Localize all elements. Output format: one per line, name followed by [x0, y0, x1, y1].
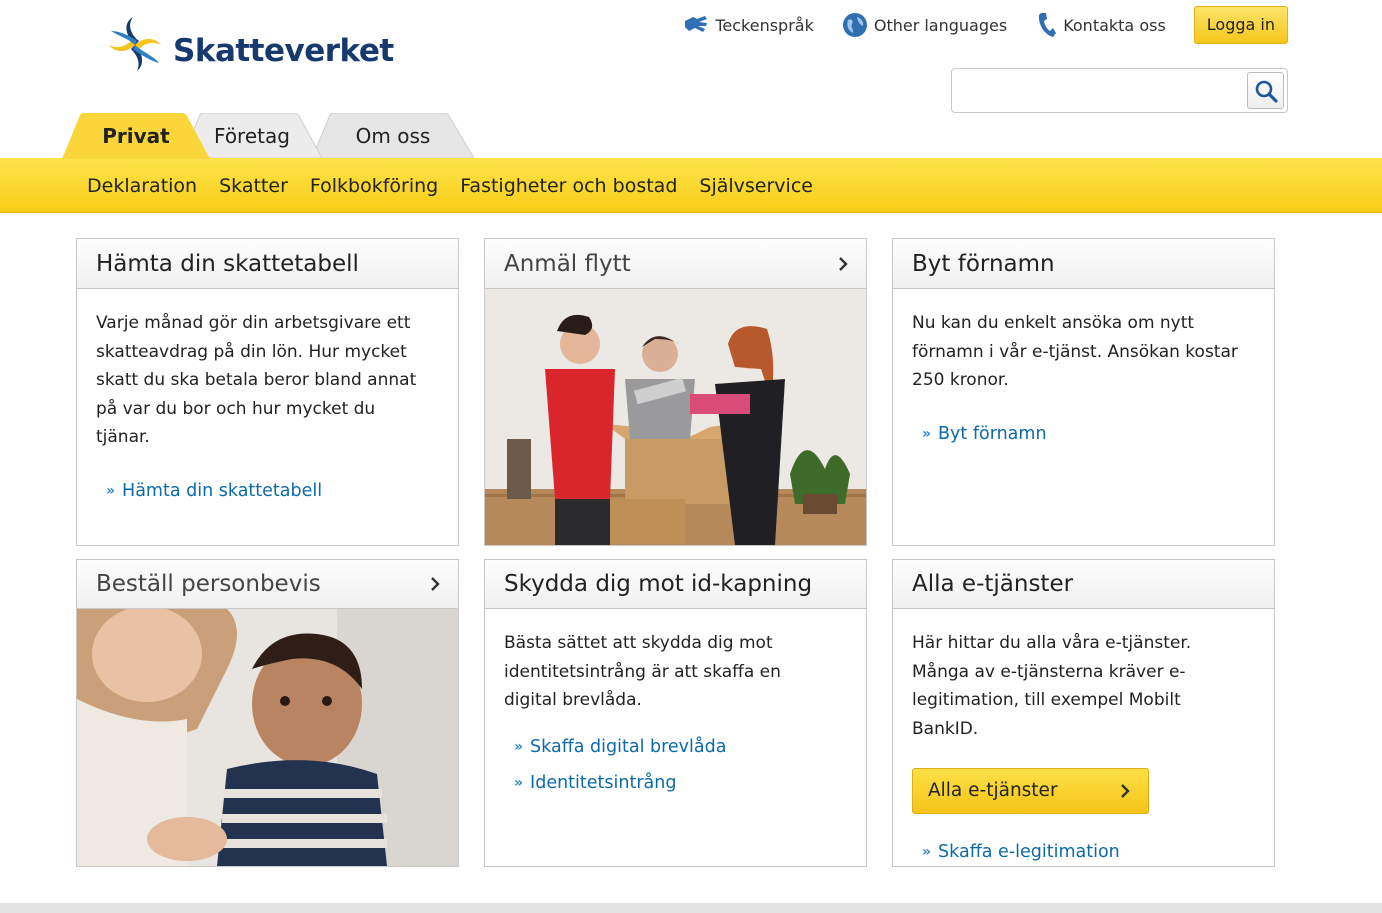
card-anmal-flytt-title[interactable]: Anmäl flytt: [485, 239, 866, 289]
link-identitetsintrang[interactable]: » Identitetsintrång: [514, 769, 847, 798]
tab-om-oss[interactable]: Om oss: [312, 113, 474, 158]
card-bestall-personbevis[interactable]: Beställ personbevis: [76, 559, 459, 867]
subnav-fastigheter[interactable]: Fastigheter och bostad: [460, 175, 677, 197]
subnav-folkbokforing[interactable]: Folkbokföring: [310, 175, 438, 197]
skatteverket-logo[interactable]: Skatteverket: [105, 15, 394, 73]
search-input[interactable]: [952, 69, 1242, 112]
chevron-double-right-icon: »: [922, 844, 932, 860]
card-bestall-personbevis-title[interactable]: Beställ personbevis: [77, 560, 458, 609]
card-anmal-flytt[interactable]: Anmäl flytt: [484, 238, 867, 546]
card-skattetabell-text: Varje månad gör din arbetsgivare ett ska…: [96, 313, 417, 447]
link-skaffa-digital-brevlada[interactable]: » Skaffa digital brevlåda: [514, 733, 847, 762]
chevron-right-icon: [839, 256, 848, 271]
tab-privat-label: Privat: [102, 123, 170, 148]
globe-icon: [842, 12, 868, 38]
link-hamta-skattetabell[interactable]: » Hämta din skattetabell: [106, 477, 439, 506]
tab-foretag-label: Företag: [214, 123, 290, 148]
other-languages-link[interactable]: Other languages: [842, 10, 1007, 40]
logo-mark-icon: [109, 17, 161, 71]
chevron-double-right-icon: »: [922, 425, 932, 442]
subnav-deklaration[interactable]: Deklaration: [87, 175, 197, 197]
card-alla-etjanster-text: Här hittar du alla våra e-tjänster. Mång…: [912, 633, 1192, 739]
login-button[interactable]: Logga in: [1193, 6, 1288, 44]
tab-om-oss-label: Om oss: [355, 123, 431, 148]
subnav-skatter[interactable]: Skatter: [219, 175, 288, 197]
sub-navigation: Deklaration Skatter Folkbokföring Fastig…: [0, 158, 1382, 213]
contact-label: Kontakta oss: [1063, 15, 1166, 35]
subnav-sjalvservice[interactable]: Självservice: [699, 175, 813, 197]
sign-language-icon: [683, 13, 709, 37]
other-languages-label: Other languages: [873, 15, 1008, 35]
chevron-right-icon: [1121, 784, 1130, 798]
link-skaffa-e-legitimation[interactable]: » Skaffa e-legitimation: [922, 838, 1255, 867]
contact-link[interactable]: Kontakta oss: [1035, 10, 1166, 40]
chevron-right-icon: [431, 577, 440, 591]
card-alla-etjanster: Alla e-tjänster Här hittar du alla våra …: [892, 559, 1275, 867]
footer-bar: [0, 903, 1382, 913]
sign-language-label: Teckenspråk: [715, 15, 814, 35]
chevron-double-right-icon: »: [514, 775, 524, 791]
card-skattetabell-title: Hämta din skattetabell: [77, 239, 458, 289]
card-skattetabell: Hämta din skattetabell Varje månad gör d…: [76, 238, 459, 546]
card-id-kapning: Skydda dig mot id-kapning Bästa sättet a…: [484, 559, 867, 867]
search-icon: [1255, 80, 1278, 103]
card-byt-fornamn-text: Nu kan du enkelt ansöka om nytt förnamn …: [912, 313, 1238, 390]
mother-child-image: [77, 609, 458, 866]
moving-people-image: [485, 289, 866, 545]
search-button[interactable]: [1247, 72, 1284, 109]
card-id-kapning-title: Skydda dig mot id-kapning: [485, 560, 866, 609]
chevron-double-right-icon: »: [106, 482, 116, 499]
link-byt-fornamn[interactable]: » Byt förnamn: [922, 420, 1255, 449]
card-byt-fornamn: Byt förnamn Nu kan du enkelt ansöka om n…: [892, 238, 1275, 546]
card-alla-etjanster-title: Alla e-tjänster: [893, 560, 1274, 609]
logo-text: Skatteverket: [173, 33, 394, 69]
sign-language-link[interactable]: Teckenspråk: [683, 10, 814, 40]
alla-etjanster-button[interactable]: Alla e-tjänster: [912, 768, 1149, 814]
card-id-kapning-text: Bästa sättet att skydda dig mot identite…: [504, 633, 781, 710]
card-byt-fornamn-title: Byt förnamn: [893, 239, 1274, 289]
chevron-double-right-icon: »: [514, 738, 524, 755]
top-links: Teckenspråk Other languages Kontakta oss…: [683, 6, 1288, 44]
phone-icon: [1035, 11, 1057, 39]
search-box: [951, 68, 1288, 113]
tab-privat[interactable]: Privat: [62, 113, 210, 159]
